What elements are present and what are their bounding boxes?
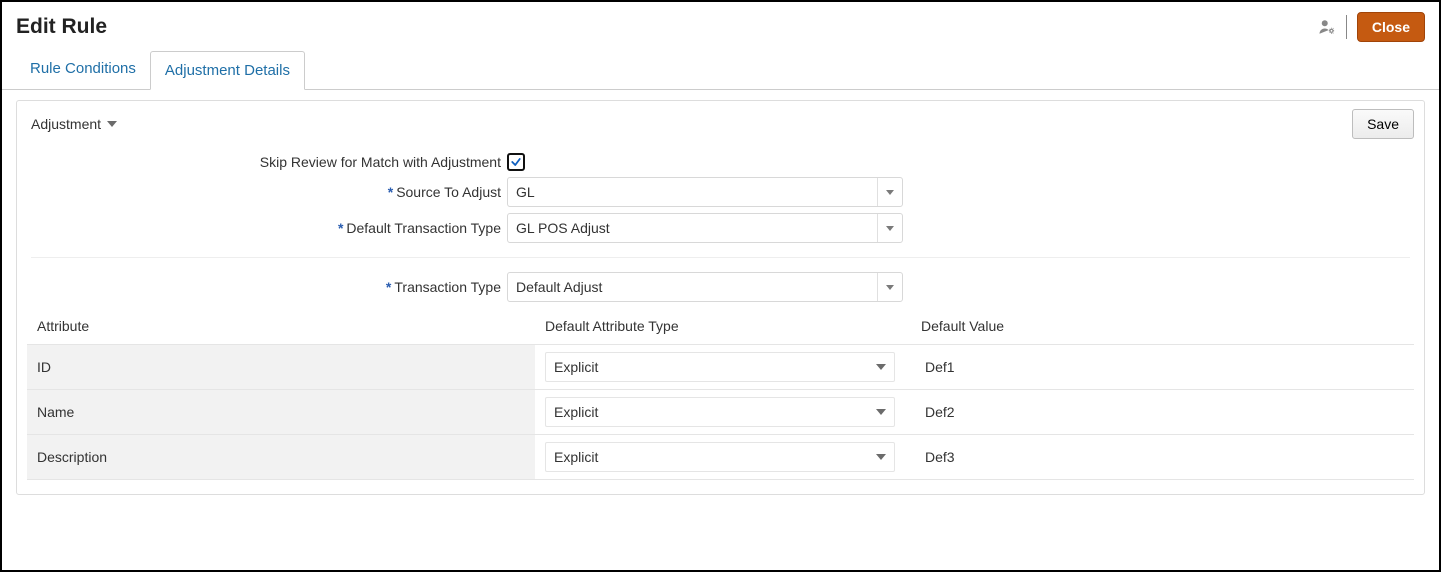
person-settings-icon[interactable] [1318,18,1336,36]
transaction-type-label: Transaction Type [394,279,501,295]
chevron-down-icon [886,226,894,231]
chevron-down-icon [107,121,117,127]
tab-adjustment-details[interactable]: Adjustment Details [150,51,305,90]
table-row: ID Explicit Def1 [27,345,1414,390]
source-to-adjust-select[interactable]: GL [507,177,903,207]
default-attr-type-select[interactable]: Explicit [545,352,895,382]
default-attr-type-value: Explicit [554,449,598,465]
default-transaction-type-select[interactable]: GL POS Adjust [507,213,903,243]
attribute-name: Description [27,435,535,479]
save-button[interactable]: Save [1352,109,1414,139]
skip-review-checkbox[interactable] [507,153,525,171]
col-header-default-attr-type: Default Attribute Type [535,308,915,345]
close-button[interactable]: Close [1357,12,1425,42]
col-header-attribute: Attribute [27,308,535,345]
section-divider [31,257,1410,258]
default-value: Def2 [915,390,1414,434]
default-attr-type-value: Explicit [554,404,598,420]
tab-rule-conditions[interactable]: Rule Conditions [16,50,150,89]
transaction-type-select[interactable]: Default Adjust [507,272,903,302]
adjustment-dropdown[interactable]: Adjustment [31,116,117,132]
chevron-down-icon [876,454,886,460]
col-header-default-value: Default Value [915,308,1414,345]
source-to-adjust-label: Source To Adjust [396,184,501,200]
table-row: Name Explicit Def2 [27,390,1414,435]
default-transaction-type-value: GL POS Adjust [516,220,610,236]
attribute-table: Attribute Default Attribute Type Default… [27,308,1414,480]
default-attr-type-select[interactable]: Explicit [545,397,895,427]
default-attr-type-select[interactable]: Explicit [545,442,895,472]
skip-review-label: Skip Review for Match with Adjustment [27,154,507,170]
source-to-adjust-value: GL [516,184,535,200]
adjustment-dropdown-label: Adjustment [31,116,101,132]
default-value: Def1 [915,345,1414,389]
default-value: Def3 [915,435,1414,479]
default-attr-type-value: Explicit [554,359,598,375]
page-title: Edit Rule [16,15,107,39]
vertical-divider [1346,15,1347,39]
table-row: Description Explicit Def3 [27,435,1414,480]
attribute-name: Name [27,390,535,434]
chevron-down-icon [886,285,894,290]
chevron-down-icon [876,409,886,415]
default-transaction-type-label: Default Transaction Type [346,220,501,236]
attribute-name: ID [27,345,535,389]
chevron-down-icon [886,190,894,195]
transaction-type-value: Default Adjust [516,279,602,295]
chevron-down-icon [876,364,886,370]
tabs: Rule Conditions Adjustment Details [2,50,1439,90]
